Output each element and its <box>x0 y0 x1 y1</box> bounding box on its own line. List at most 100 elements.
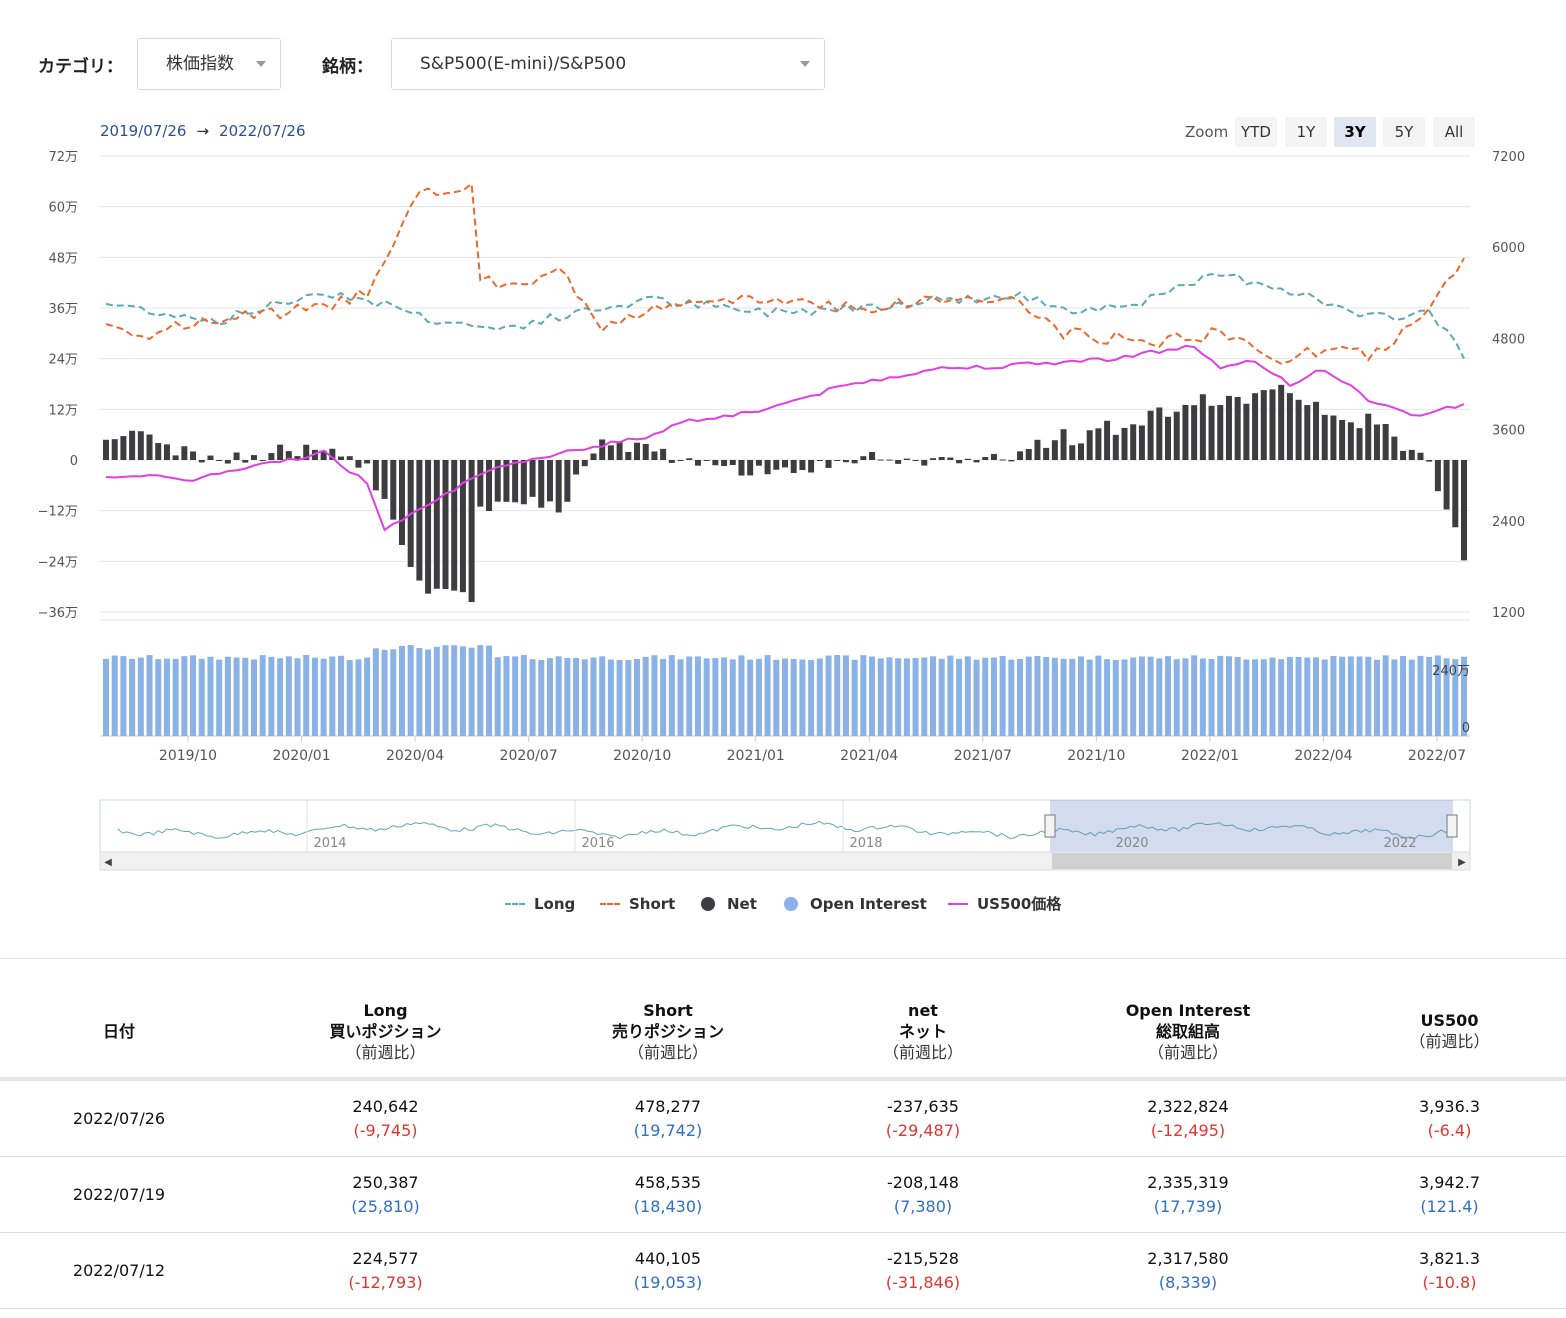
oi-bar <box>285 656 292 736</box>
x-axis-tick: 2022/04 <box>1294 748 1352 764</box>
navigator-label: 2014 <box>313 836 346 851</box>
oi-bar <box>390 649 397 736</box>
net-bar <box>651 451 658 460</box>
net-bar <box>703 460 710 461</box>
oi-bar <box>1165 656 1172 736</box>
net-bar <box>1034 439 1041 460</box>
oi-bar <box>634 658 641 736</box>
net-bar <box>1286 393 1293 460</box>
x-axis-tick: 2019/10 <box>159 748 217 764</box>
net-bar <box>137 431 144 460</box>
net-bar <box>172 455 179 460</box>
cell-long: 224,577 (-12,793) <box>238 1232 533 1309</box>
cell-oi: 2,322,824 (-12,495) <box>1043 1079 1333 1157</box>
net-bar <box>903 458 910 460</box>
net-bar <box>729 460 736 466</box>
net-bar <box>1060 429 1067 460</box>
net-bar <box>1156 407 1163 460</box>
oi-bar <box>903 658 910 736</box>
net-bar <box>451 460 458 591</box>
net-bar <box>1417 452 1424 460</box>
net-bar <box>869 451 876 460</box>
oi-bar <box>259 655 266 736</box>
net-bar <box>190 451 197 460</box>
header-long: Long 買いポジション （前週比） <box>238 985 533 1081</box>
oi-bar <box>1391 659 1398 736</box>
net-bar <box>825 460 832 468</box>
net-bar <box>1121 427 1128 460</box>
net-bar <box>886 459 893 461</box>
oi-bar <box>712 658 719 736</box>
range-to[interactable]: 2022/07/26 <box>219 122 305 140</box>
oi-bar <box>1077 656 1084 736</box>
oi-bar <box>999 656 1006 736</box>
left-axis-tick: 48万 <box>48 251 78 266</box>
left-axis-tick: −24万 <box>38 555 78 570</box>
oi-bar <box>1260 659 1267 736</box>
net-bar <box>1426 460 1433 462</box>
oi-bar <box>590 657 597 736</box>
net-bar <box>425 460 432 594</box>
net-bar <box>520 460 527 505</box>
legend-oi-label: Open Interest <box>810 895 927 913</box>
oi-bar <box>216 659 223 736</box>
range-from[interactable]: 2019/07/26 <box>100 122 186 140</box>
x-axis-tick: 2021/04 <box>840 748 898 764</box>
oi-bar <box>1339 656 1346 736</box>
oi-bar <box>1173 659 1180 736</box>
net-bar <box>1112 434 1119 460</box>
oi-bar <box>1234 657 1241 736</box>
oi-bar <box>146 655 153 736</box>
oi-bar <box>738 655 745 736</box>
oi-bar <box>834 654 841 736</box>
oi-bar <box>938 658 945 736</box>
net-bar <box>268 453 275 460</box>
oi-bar <box>869 656 876 736</box>
category-select[interactable]: 株価指数 <box>137 38 281 90</box>
net-bar <box>1356 428 1363 460</box>
oi-bar <box>1130 657 1137 736</box>
oi-bar <box>1051 657 1058 736</box>
cell-net: -237,635 (-29,487) <box>803 1079 1043 1157</box>
net-bar <box>390 460 397 520</box>
oi-bar <box>886 657 893 736</box>
net-bar <box>1017 451 1024 460</box>
oi-bar <box>947 655 954 736</box>
oi-bar <box>616 659 623 736</box>
oi-bar <box>1086 659 1093 736</box>
zoom-label: Zoom <box>1185 123 1229 141</box>
oi-bar <box>355 659 362 736</box>
oi-bar <box>1034 656 1041 736</box>
scrollbar-thumb <box>1052 853 1452 869</box>
x-axis-tick: 2021/01 <box>727 748 785 764</box>
net-bar <box>799 460 806 471</box>
net-bar <box>442 460 449 590</box>
net-bar <box>1243 403 1250 460</box>
oi-bar <box>364 657 371 736</box>
oi-bar <box>747 659 754 736</box>
oi-bar <box>1330 656 1337 736</box>
filter-row: カテゴリ： 株価指数 銘柄： S&P500(E-mini)/S&P500 <box>0 38 1566 92</box>
net-bar <box>712 460 719 466</box>
oi-bar <box>703 658 710 736</box>
cell-us500: 3,942.7 (121.4) <box>1333 1156 1566 1233</box>
oi-bar <box>303 655 310 736</box>
net-bar <box>877 459 884 461</box>
x-axis-tick: 2020/01 <box>272 748 330 764</box>
cell-us500: 3,936.3 (-6.4) <box>1333 1079 1566 1157</box>
oi-bar <box>1112 659 1119 736</box>
oi-bar <box>929 656 936 736</box>
net-bar <box>1330 415 1337 460</box>
net-bar <box>660 448 667 460</box>
oi-bar <box>668 655 675 736</box>
net-bar <box>573 460 580 475</box>
net-bar <box>103 439 109 460</box>
table-row: 2022/07/26 240,642 (-9,745) 478,277 (19,74… <box>0 1079 1566 1157</box>
x-axis-tick: 2020/10 <box>613 748 671 764</box>
right-axis-tick: 1200 <box>1492 606 1525 621</box>
symbol-select[interactable]: S&P500(E-mini)/S&P500 <box>391 38 825 90</box>
table-row: 2022/07/19 250,387 (25,810) 458,535 (18,43… <box>0 1156 1566 1233</box>
net-bar <box>233 452 240 460</box>
scroll-left-icon: ◀ <box>104 857 112 868</box>
category-label: カテゴリ： <box>38 57 123 77</box>
